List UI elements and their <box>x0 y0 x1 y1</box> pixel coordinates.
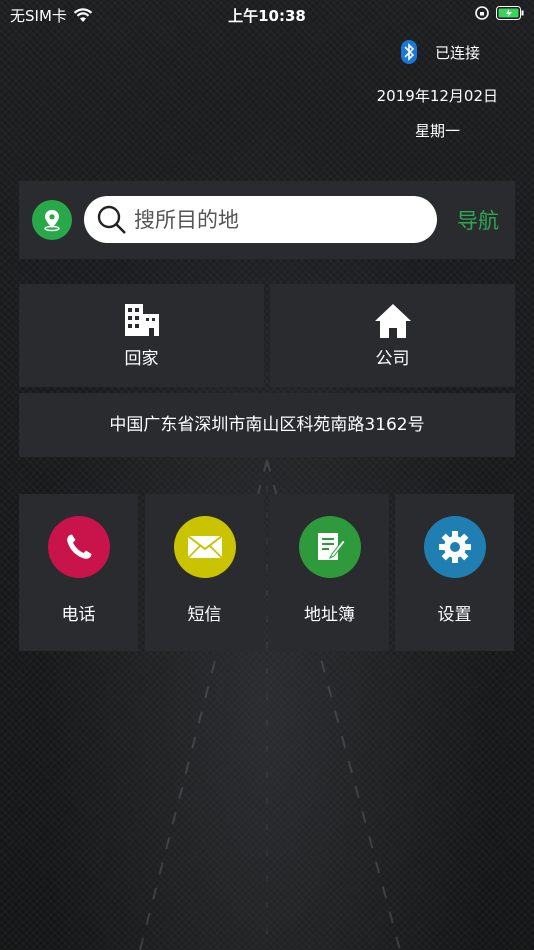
clock: 上午10:38 <box>228 7 306 25</box>
location-icon[interactable] <box>32 200 72 240</box>
status-bar: 无SIM卡 上午10:38 <box>0 0 534 28</box>
phone-circle <box>47 516 110 578</box>
settings-app-button[interactable]: 设置 <box>395 494 514 651</box>
rotation-lock-icon <box>475 6 489 20</box>
navigate-button[interactable]: 导航 <box>457 205 499 235</box>
home-shortcut[interactable]: 回家 <box>19 284 264 387</box>
company-label: 公司 <box>375 349 410 369</box>
bluetooth-icon <box>400 40 417 64</box>
sms-app-button[interactable]: 短信 <box>145 494 264 651</box>
gear-icon <box>438 531 471 563</box>
contacts-label: 地址簿 <box>304 605 355 625</box>
search-input[interactable] <box>134 207 434 232</box>
bluetooth-status: 已连接 <box>400 40 480 64</box>
weekday-label: 星期一 <box>414 122 460 140</box>
sms-circle <box>173 516 236 578</box>
search-panel: 导航 <box>19 181 515 259</box>
phone-app-button[interactable]: 电话 <box>19 494 138 651</box>
home-label: 回家 <box>124 349 159 369</box>
date-label: 2019年12月02日 <box>376 87 498 105</box>
phone-label: 电话 <box>61 605 96 625</box>
home-icon <box>374 304 411 338</box>
phone-icon <box>66 534 91 559</box>
building-icon <box>124 304 159 336</box>
current-address: 中国广东省深圳市南山区科苑南路3162号 <box>19 393 515 457</box>
bluetooth-label: 已连接 <box>434 43 480 62</box>
notes-icon <box>317 533 346 560</box>
company-shortcut[interactable]: 公司 <box>270 284 515 387</box>
settings-circle <box>423 516 486 578</box>
search-icon <box>97 205 126 234</box>
search-box[interactable] <box>84 196 437 243</box>
mail-icon <box>186 535 223 559</box>
battery-icon <box>496 6 524 20</box>
contacts-app-button[interactable]: 地址簿 <box>270 494 389 651</box>
sms-label: 短信 <box>187 605 222 625</box>
settings-label: 设置 <box>437 605 472 625</box>
contacts-circle <box>298 516 361 578</box>
